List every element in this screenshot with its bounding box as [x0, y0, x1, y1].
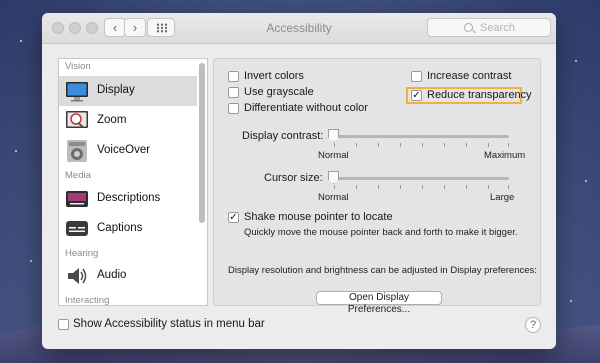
- shake-to-locate-label: Shake mouse pointer to locate: [244, 211, 393, 223]
- sidebar-item-voiceover[interactable]: VoiceOver: [59, 136, 197, 166]
- cursor-size-min-label: Normal: [318, 192, 349, 203]
- section-interacting: Interacting: [65, 295, 110, 306]
- differentiate-without-color-label: Differentiate without color: [244, 102, 368, 114]
- show-status-in-menu-bar-label: Show Accessibility status in menu bar: [73, 318, 265, 330]
- sidebar-scrollbar[interactable]: [199, 63, 205, 223]
- reduce-transparency-checkbox[interactable]: ✓: [411, 90, 422, 101]
- section-vision: Vision: [65, 61, 91, 72]
- search-field[interactable]: Search: [427, 18, 551, 37]
- use-grayscale-checkbox[interactable]: [228, 87, 239, 98]
- increase-contrast-label: Increase contrast: [427, 70, 512, 82]
- cursor-size-knob[interactable]: [328, 171, 339, 184]
- display-contrast-slider[interactable]: [331, 135, 509, 138]
- use-grayscale-label: Use grayscale: [244, 86, 314, 98]
- reduce-transparency-label: Reduce transparency: [427, 89, 532, 101]
- invert-colors-checkbox[interactable]: [228, 71, 239, 82]
- cursor-size-slider[interactable]: [331, 177, 509, 180]
- section-hearing: Hearing: [65, 248, 99, 259]
- display-contrast-min-label: Normal: [318, 150, 349, 161]
- category-sidebar: Vision Display Zoom VoiceOver Media Desc…: [58, 58, 208, 306]
- cursor-size-label: Cursor size:: [264, 172, 323, 184]
- sidebar-item-label: Display: [97, 84, 135, 96]
- sidebar-item-zoom[interactable]: Zoom: [59, 106, 197, 136]
- search-placeholder: Search: [480, 22, 515, 34]
- sidebar-item-captions[interactable]: Captions: [59, 214, 197, 244]
- display-contrast-knob[interactable]: [328, 129, 339, 142]
- search-icon: [464, 23, 473, 32]
- shake-description: Quickly move the mouse pointer back and …: [244, 227, 518, 238]
- open-display-preferences-button[interactable]: Open Display Preferences...: [316, 291, 442, 315]
- sidebar-item-label: Zoom: [97, 114, 127, 126]
- sidebar-item-audio[interactable]: Audio: [59, 261, 197, 291]
- sidebar-item-label: Descriptions: [97, 192, 161, 204]
- display-settings-panel: Invert colors Use grayscale Differentiat…: [213, 58, 541, 315]
- differentiate-without-color-checkbox[interactable]: [228, 103, 239, 114]
- cursor-size-max-label: Large: [490, 192, 515, 203]
- increase-contrast-checkbox[interactable]: [411, 71, 422, 82]
- sidebar-item-label: VoiceOver: [97, 144, 151, 156]
- display-preferences-note: Display resolution and brightness can be…: [228, 265, 537, 276]
- captions-icon: [66, 221, 88, 236]
- sidebar-item-descriptions[interactable]: Descriptions: [59, 184, 197, 214]
- sidebar-item-display[interactable]: Display: [59, 76, 197, 106]
- invert-colors-label: Invert colors: [244, 70, 304, 82]
- display-contrast-max-label: Maximum: [484, 150, 526, 161]
- title-bar: ‹ › Accessibility Search: [42, 13, 556, 44]
- sidebar-item-label: Captions: [97, 222, 143, 234]
- sidebar-item-label: Audio: [97, 269, 127, 281]
- display-icon: [66, 82, 88, 102]
- show-status-in-menu-bar-checkbox[interactable]: [58, 319, 69, 330]
- voiceover-icon: [67, 140, 87, 162]
- preferences-window: ‹ › Accessibility Search Vision Display: [42, 13, 556, 349]
- descriptions-icon: [66, 191, 88, 207]
- help-button[interactable]: ?: [525, 317, 541, 333]
- zoom-icon: [66, 111, 88, 128]
- section-media: Media: [65, 170, 91, 181]
- shake-to-locate-checkbox[interactable]: ✓: [228, 212, 239, 223]
- help-icon: ?: [529, 319, 537, 331]
- display-contrast-label: Display contrast:: [242, 130, 324, 142]
- speaker-icon: [68, 268, 87, 284]
